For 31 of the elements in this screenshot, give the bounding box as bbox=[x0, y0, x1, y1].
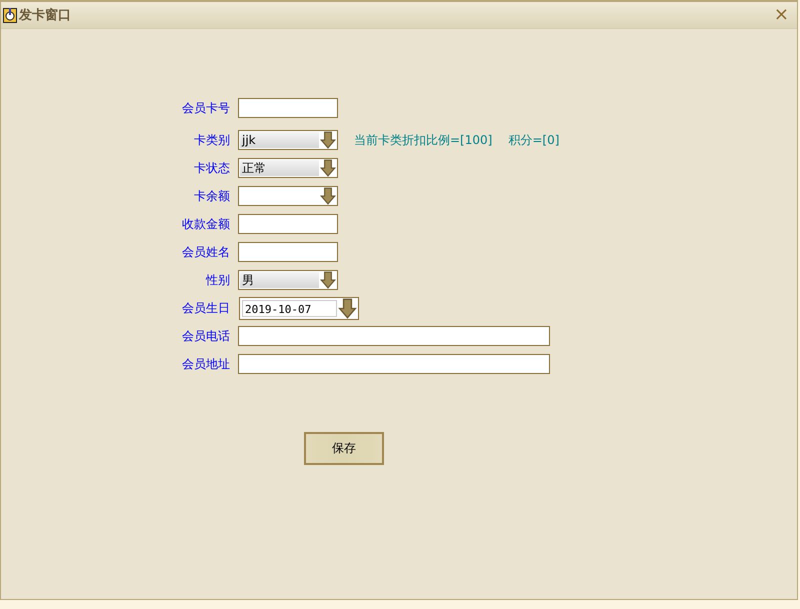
field-label: 性别 bbox=[204, 272, 230, 288]
info-text: 当前卡类折扣比例=[100] bbox=[354, 132, 492, 148]
field-label: 收款金额 bbox=[181, 216, 230, 232]
down-arrow-icon[interactable] bbox=[319, 187, 337, 205]
dropdown[interactable]: 男 bbox=[238, 270, 338, 290]
field-label: 卡类别 bbox=[193, 132, 230, 148]
dropdown[interactable]: jjk bbox=[238, 130, 338, 150]
input-field[interactable] bbox=[238, 242, 338, 262]
field-label: 卡余额 bbox=[193, 188, 230, 204]
field-label: 会员姓名 bbox=[181, 244, 230, 260]
down-arrow-icon[interactable] bbox=[337, 298, 358, 318]
close-button[interactable]: × bbox=[770, 6, 793, 24]
input-field[interactable] bbox=[238, 98, 338, 118]
window-title: 发卡窗口 bbox=[19, 6, 71, 24]
input-field[interactable] bbox=[238, 326, 550, 346]
field-label: 会员地址 bbox=[181, 356, 230, 372]
field-label: 会员电话 bbox=[181, 328, 230, 344]
dropdown[interactable] bbox=[238, 186, 338, 206]
input-field[interactable] bbox=[238, 354, 550, 374]
dropdown[interactable]: 正常 bbox=[238, 158, 338, 178]
save-button[interactable]: 保存 bbox=[304, 432, 384, 465]
info-text: 积分=[0] bbox=[508, 132, 560, 148]
down-arrow-icon[interactable] bbox=[319, 159, 337, 177]
app-icon bbox=[3, 7, 17, 23]
date-picker[interactable]: 2019-10-07 bbox=[239, 296, 359, 320]
field-label: 卡状态 bbox=[193, 160, 230, 176]
down-arrow-icon[interactable] bbox=[319, 271, 337, 289]
input-field[interactable] bbox=[238, 214, 338, 234]
field-label: 会员生日 bbox=[181, 300, 230, 316]
down-arrow-icon[interactable] bbox=[319, 131, 337, 149]
field-label: 会员卡号 bbox=[181, 100, 230, 116]
